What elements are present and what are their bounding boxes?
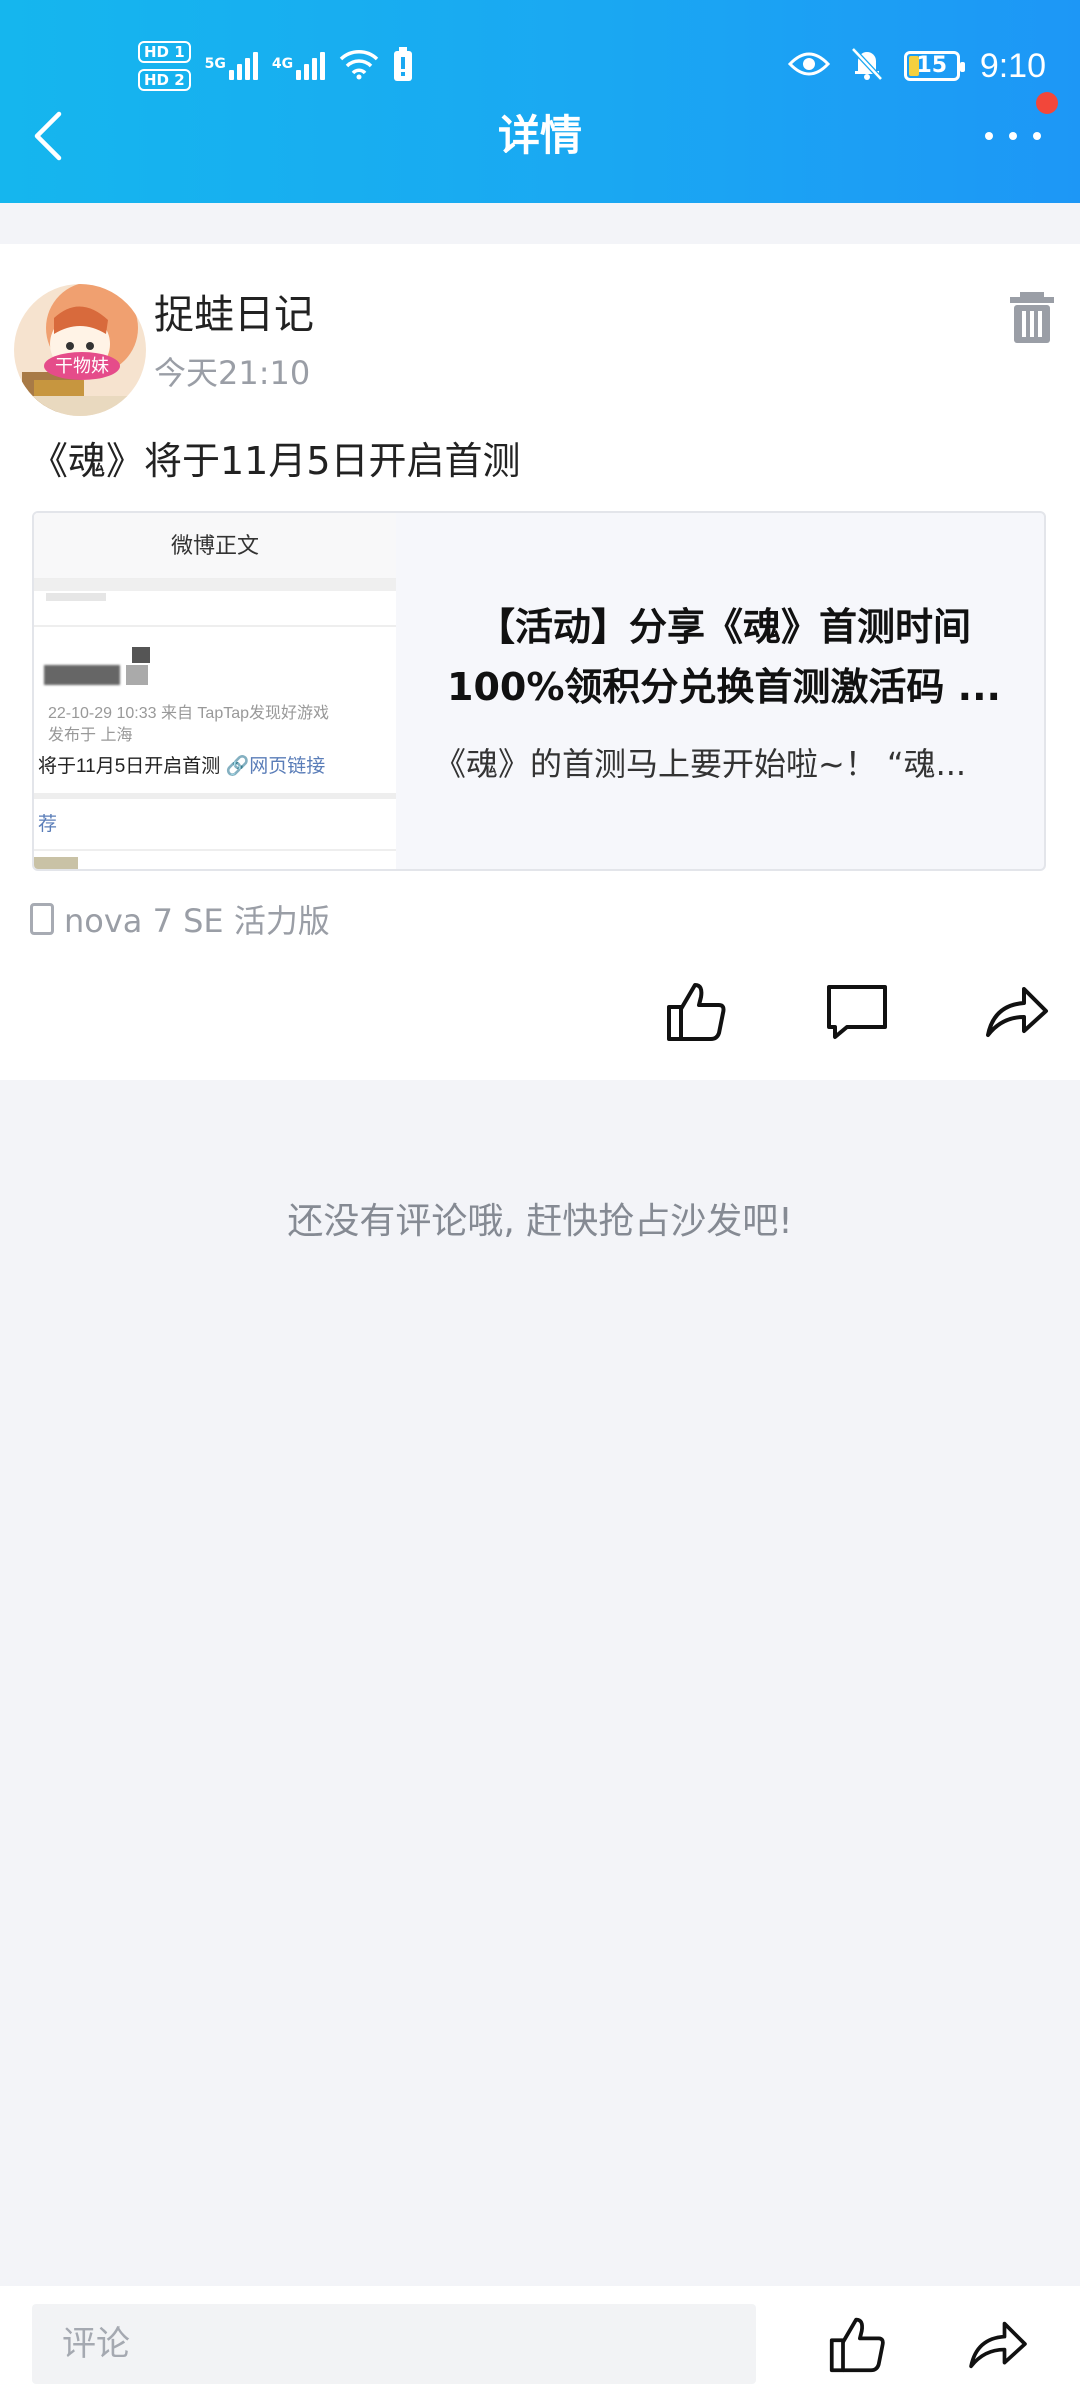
more-icon — [985, 132, 1041, 140]
share-icon — [986, 987, 1048, 1037]
post-card: 干物妹 捉蛙日记 今天21:10 《魂》将于11月5日开启首测 微博正文 22-… — [0, 244, 1080, 1080]
comment-input[interactable] — [32, 2304, 756, 2384]
app-header: HD 1 HD 2 5G 4G 15 9:10 详情 — [0, 0, 1080, 203]
clock: 9:10 — [979, 46, 1046, 85]
net1-label: 5G — [204, 56, 226, 72]
empty-comments-text: 还没有评论哦, 赶快抢占沙发吧! — [287, 1201, 793, 1242]
post-actions — [654, 971, 1060, 1051]
like-icon — [667, 983, 726, 1041]
signal-group: HD 1 HD 2 5G 4G — [138, 34, 413, 98]
device-info: nova 7 SE 活力版 — [30, 896, 330, 942]
signal-5g-icon: 5G — [205, 52, 258, 80]
link-card-description: 《魂》的首测马上要开始啦~！ “魂... — [434, 745, 967, 783]
thumbnail-meta-time: 22-10-29 10:33 来自 TapTap发现好游戏 — [48, 705, 330, 722]
avatar[interactable]: 干物妹 — [14, 284, 146, 416]
thumbnail-tag: 荐 — [38, 814, 58, 835]
more-button[interactable] — [976, 104, 1050, 168]
bottom-like-button[interactable] — [818, 2308, 898, 2380]
share-icon — [969, 2321, 1027, 2369]
page-title: 详情 — [497, 111, 582, 160]
status-right: 15 9:10 — [787, 34, 1046, 98]
thumbnail-header: 微博正文 — [34, 513, 396, 579]
comment-button[interactable] — [814, 971, 900, 1051]
battery-level: 15 — [916, 53, 948, 78]
like-button[interactable] — [654, 971, 740, 1051]
bottom-share-button[interactable] — [958, 2308, 1038, 2380]
post-text: 《魂》将于11月5日开启首测 — [30, 439, 521, 483]
trash-icon — [1010, 292, 1054, 343]
link-card-title: 【活动】分享《魂》首测时间 100%领积分兑换首测激活码 ... — [447, 605, 1001, 709]
net2-label: 4G — [271, 56, 294, 72]
battery-saver-icon — [393, 47, 413, 85]
wifi-icon — [339, 48, 379, 84]
eye-icon — [787, 50, 830, 82]
status-bar: HD 1 HD 2 5G 4G 15 9:10 — [0, 28, 1080, 104]
share-button[interactable] — [974, 971, 1060, 1051]
comment-icon — [827, 985, 887, 1039]
delete-button[interactable] — [1002, 286, 1062, 346]
thumbnail-line-text: 将于11月5日开启首测 — [38, 756, 221, 777]
like-icon — [829, 2317, 885, 2373]
bottom-bar — [0, 2286, 1080, 2400]
author-name[interactable]: 捉蛙日记 — [154, 282, 314, 340]
mute-icon — [850, 46, 884, 86]
notification-dot — [1036, 92, 1058, 114]
battery-icon: 15 — [903, 51, 965, 81]
thumbnail-line: 将于11月5日开启首测 🔗网页链接 — [38, 751, 325, 778]
sim-labels: HD 1 HD 2 — [138, 41, 191, 91]
blurred-name — [44, 665, 120, 685]
sim2-badge: HD 2 — [138, 69, 191, 91]
thumbnail-link-text: 网页链接 — [249, 756, 326, 777]
sim1-badge: HD 1 — [138, 41, 191, 63]
svg-text:干物妹: 干物妹 — [55, 356, 109, 377]
post-time: 今天21:10 — [154, 354, 311, 392]
link-icon: 🔗 — [225, 756, 250, 777]
thumbnail-meta-location: 发布于 上海 — [48, 727, 133, 744]
device-name: nova 7 SE 活力版 — [64, 902, 330, 940]
signal-4g-icon: 4G — [271, 52, 326, 80]
link-preview-card[interactable]: 微博正文 22-10-29 10:33 来自 TapTap发现好游戏 发布于 上… — [32, 511, 1046, 871]
link-thumbnail: 微博正文 22-10-29 10:33 来自 TapTap发现好游戏 发布于 上… — [34, 513, 396, 869]
device-icon — [30, 903, 54, 935]
